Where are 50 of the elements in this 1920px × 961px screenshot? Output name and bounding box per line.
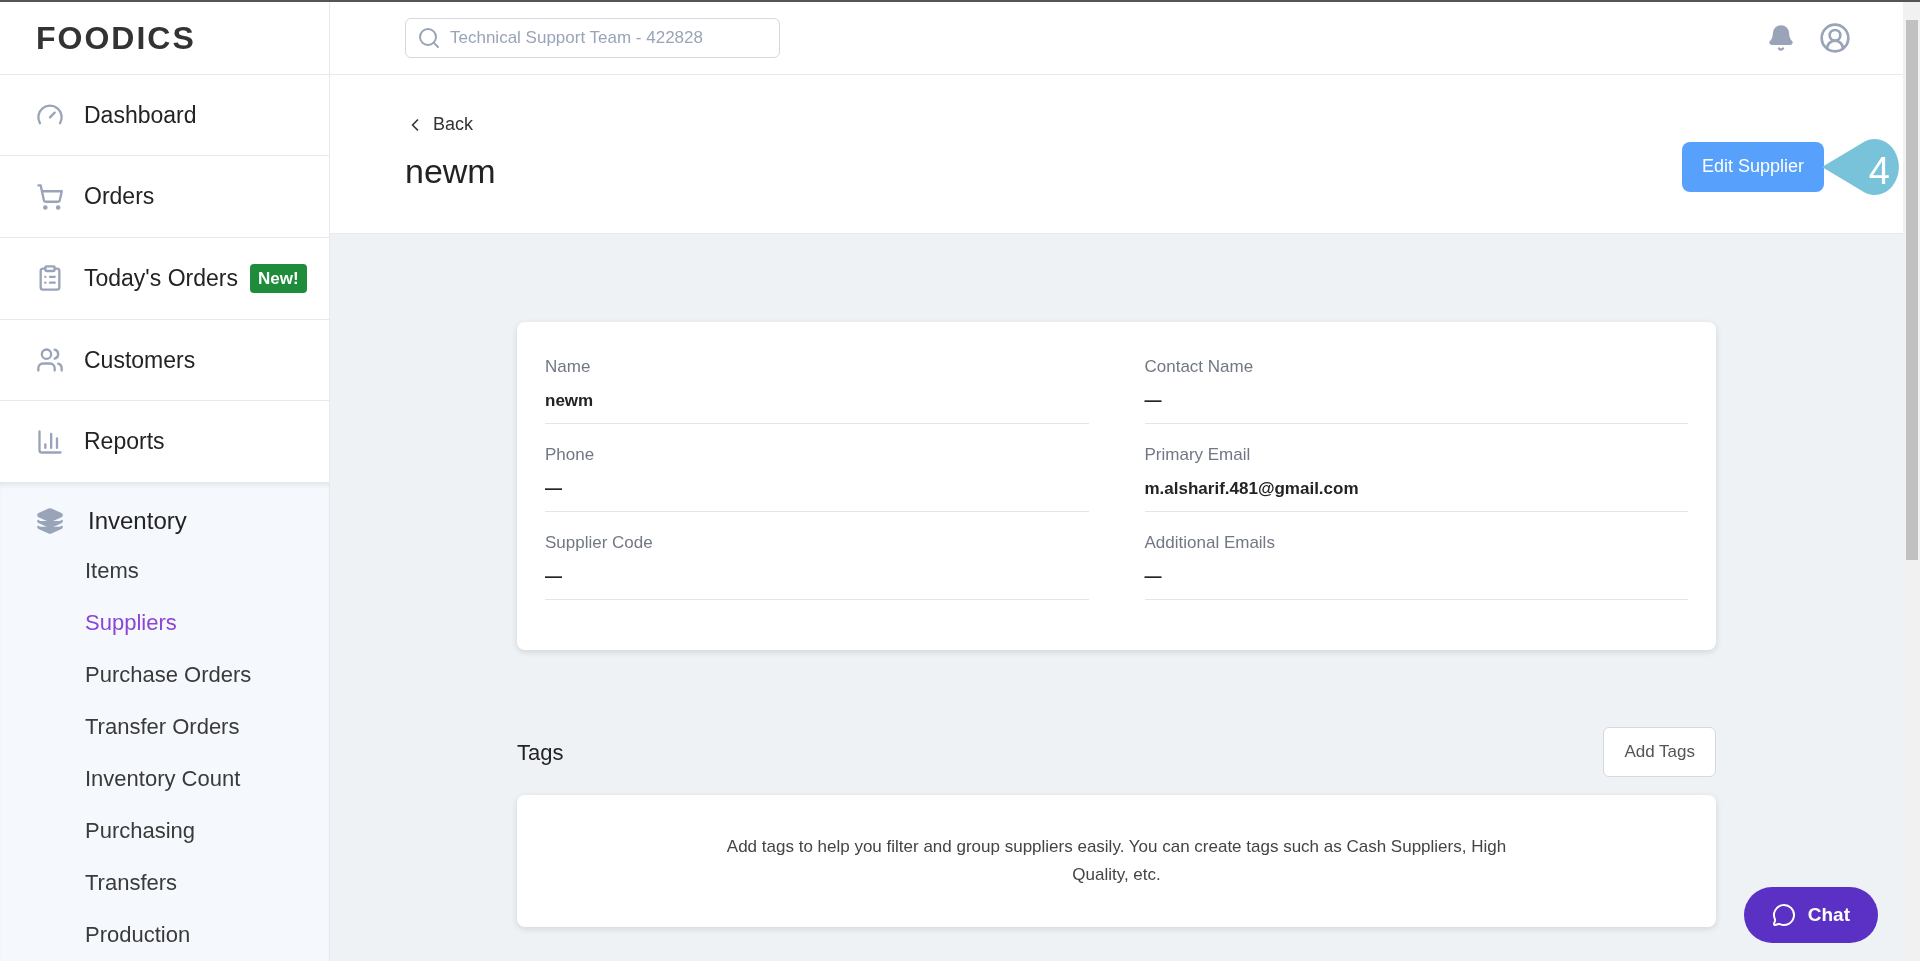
search-field[interactable]: Technical Support Team - 422828 xyxy=(405,18,780,58)
nav-item[interactable]: Orders xyxy=(0,156,329,238)
add-tags-button[interactable]: Add Tags xyxy=(1603,727,1716,777)
cart-icon xyxy=(36,182,64,211)
field-value: — xyxy=(1144,389,1163,412)
nav-item[interactable]: Reports xyxy=(0,401,329,483)
nav-item[interactable]: Customers xyxy=(0,319,329,402)
submenu-item[interactable]: Purchasing xyxy=(0,805,329,857)
field-label: Contact Name xyxy=(1144,356,1255,378)
new-badge: New! xyxy=(249,263,307,294)
submenu-item[interactable]: Items xyxy=(0,545,329,597)
field-value: m.alsharif.481@gmail.com xyxy=(1144,477,1360,500)
nav-label: Reports xyxy=(84,427,165,457)
submenu-item[interactable]: Production xyxy=(0,909,329,961)
logo: FOODICS xyxy=(36,18,196,58)
field-value: — xyxy=(545,477,563,500)
tags-empty-text: Add tags to help you filter and group suppliers easily. You can create tags such as Cash Suppliers, High Quality, etc. xyxy=(726,836,1507,886)
step-callout: 4 xyxy=(1822,136,1902,197)
submenu-item[interactable]: Suppliers xyxy=(0,597,329,649)
submenu-item[interactable]: Transfer Orders xyxy=(0,701,329,753)
nav-label: Today's Orders xyxy=(84,264,238,294)
users-icon xyxy=(36,346,64,374)
field-value: newm xyxy=(545,389,595,412)
field-label: Supplier Code xyxy=(545,532,654,554)
chat-bubble-icon xyxy=(1771,903,1796,927)
submenu-item[interactable]: Purchase Orders xyxy=(0,649,329,701)
nav-item[interactable]: Today's Orders New! xyxy=(0,238,329,320)
bar-chart-icon xyxy=(36,427,64,456)
back-link[interactable]: Back xyxy=(405,111,496,138)
nav-label: Inventory xyxy=(88,506,187,536)
chat-button[interactable]: Chat xyxy=(1743,887,1878,943)
nav-label: Dashboard xyxy=(84,100,197,130)
submenu-item[interactable]: Transfers xyxy=(0,857,329,909)
tags-heading: Tags xyxy=(517,738,564,767)
bell-icon[interactable] xyxy=(1767,24,1795,52)
nav-item[interactable]: Inventory xyxy=(0,499,329,543)
layers-icon xyxy=(36,507,64,535)
field-label: Additional Emails xyxy=(1144,532,1276,554)
search-icon xyxy=(417,26,441,50)
submenu-item[interactable]: Inventory Count xyxy=(0,753,329,805)
field-value: — xyxy=(1144,565,1163,588)
page-title: newm xyxy=(405,151,496,192)
nav-label: Customers xyxy=(84,345,196,375)
field-label: Primary Email xyxy=(1144,444,1252,466)
user-avatar-icon[interactable] xyxy=(1819,22,1851,54)
field-label: Name xyxy=(545,356,592,378)
field-value: — xyxy=(545,565,563,588)
nav-item[interactable]: Dashboard xyxy=(0,74,329,157)
field-label: Phone xyxy=(545,444,596,466)
nav-label: Orders xyxy=(84,182,155,212)
